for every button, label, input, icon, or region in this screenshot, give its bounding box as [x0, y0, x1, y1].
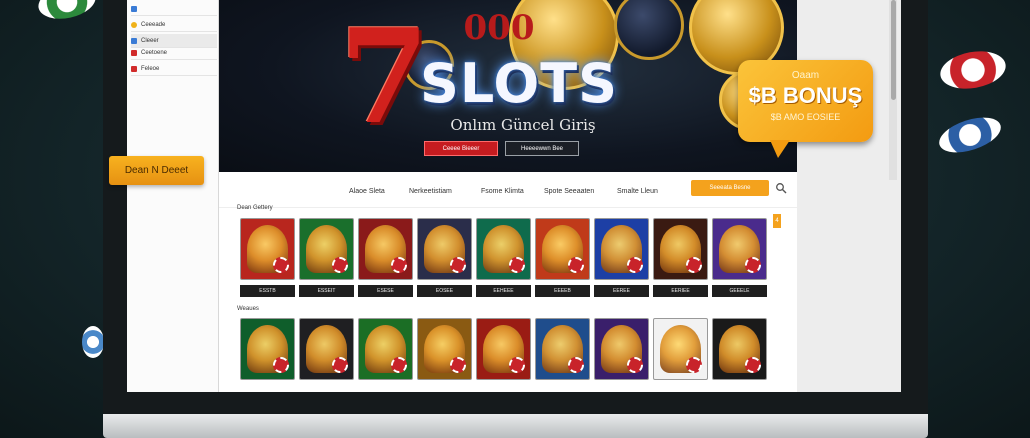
game-tile[interactable] — [358, 218, 413, 280]
red-square-icon — [131, 65, 137, 72]
poker-chip-icon — [627, 257, 643, 273]
nav-cta-button[interactable]: Seeeata Besne — [691, 180, 769, 196]
poker-chip-icon — [937, 46, 1009, 94]
section-title-games: Dean Gettery — [237, 205, 273, 211]
game-tile[interactable] — [476, 218, 531, 280]
poker-chip-icon — [568, 257, 584, 273]
game-tile[interactable] — [712, 318, 767, 380]
game-tile[interactable] — [240, 218, 295, 280]
game-tile[interactable] — [476, 318, 531, 380]
game-tile[interactable] — [535, 318, 590, 380]
poker-chip-icon — [745, 257, 761, 273]
sidebar-item-label: Cleeer — [141, 37, 159, 44]
sidebar-item-mail[interactable] — [131, 2, 217, 16]
nav-item-2[interactable]: Fsome Klimta — [481, 188, 524, 195]
game-tile[interactable] — [594, 318, 649, 380]
poker-chip-icon — [391, 257, 407, 273]
browser-screen: Ceeeade Cleeer Ceetoene Feleoe 7 000 SLO… — [127, 0, 901, 392]
sidebar-item-label: Feleoe — [141, 65, 160, 72]
game-play-button[interactable]: EOSEE — [417, 285, 472, 297]
game-play-button[interactable]: ESSTB — [240, 285, 295, 297]
nav-item-3[interactable]: Spote Seeaaten — [544, 188, 594, 195]
monitor-stand — [103, 414, 928, 438]
game-tile[interactable] — [594, 218, 649, 280]
poker-chip-icon — [391, 357, 407, 373]
category-nav: Alaoe Sleta Nerkeetistiam Fsome Klimta S… — [219, 172, 797, 208]
game-play-button[interactable]: GEEELE — [712, 285, 767, 297]
poker-chip-icon — [509, 357, 525, 373]
game-play-button[interactable]: EEHEEE — [476, 285, 531, 297]
poker-chip-icon — [82, 326, 104, 358]
poker-chip-icon — [35, 0, 99, 24]
right-gutter — [797, 0, 901, 392]
game-tile[interactable] — [417, 218, 472, 280]
featured-tag-button[interactable]: Dean N Deeet — [109, 156, 204, 185]
game-tile[interactable] — [358, 318, 413, 380]
poker-chip-icon — [332, 357, 348, 373]
poker-chip-icon — [686, 257, 702, 273]
poker-chip-icon — [273, 257, 289, 273]
game-tile[interactable] — [417, 318, 472, 380]
game-play-button[interactable]: ESESE — [358, 285, 413, 297]
sidebar-item-4[interactable]: Feleoe — [131, 62, 217, 76]
sidebar-item-3[interactable]: Ceetoene — [131, 46, 217, 60]
dark-coin-icon — [614, 0, 684, 60]
game-play-button[interactable]: EEEEB — [535, 285, 590, 297]
game-tile[interactable] — [712, 218, 767, 280]
scroll-badge[interactable]: 4 — [773, 214, 781, 228]
poker-chip-icon — [450, 357, 466, 373]
bonus-sub-text: $B AMO EOSIEE — [770, 112, 841, 122]
nav-item-4[interactable]: Smalte Lleun — [617, 188, 658, 195]
nav-item-1[interactable]: Nerkeetistiam — [409, 188, 452, 195]
search-icon[interactable] — [775, 182, 787, 194]
yellow-dot-icon — [131, 21, 137, 28]
lucky-seven-graphic: 7 — [339, 0, 430, 153]
primary-cta-button[interactable]: Ceeee Bieeer — [424, 141, 498, 156]
poker-chip-icon — [934, 110, 1006, 160]
hero-title: SLOTS — [419, 52, 618, 115]
poker-chip-icon — [686, 357, 702, 373]
section-title-new: Weaues — [237, 306, 259, 312]
game-play-button[interactable]: EERIEE — [653, 285, 708, 297]
game-tile[interactable] — [535, 218, 590, 280]
mail-icon — [131, 5, 137, 12]
game-tile[interactable] — [653, 318, 708, 380]
game-play-button[interactable]: ESSEIT — [299, 285, 354, 297]
poker-chip-icon — [450, 257, 466, 273]
game-tile[interactable] — [240, 318, 295, 380]
game-tile[interactable] — [299, 218, 354, 280]
poker-chip-icon — [745, 357, 761, 373]
hero-banner: 7 000 SLOTS Onlım Güncel Giriş Ceeee Bie… — [219, 0, 797, 172]
bonus-main-text: $B BONUŞ — [748, 83, 863, 108]
red-flag-icon — [131, 49, 137, 56]
hero-subtitle: Onlım Güncel Giriş — [450, 116, 596, 134]
poker-chip-icon — [273, 357, 289, 373]
poker-chip-icon — [627, 357, 643, 373]
poker-chip-icon — [568, 357, 584, 373]
game-tile[interactable] — [299, 318, 354, 380]
game-tile[interactable] — [653, 218, 708, 280]
bonus-bubble[interactable]: Oaam $B BONUŞ $B AMO EOSIEE — [738, 60, 873, 158]
poker-chip-icon — [332, 257, 348, 273]
poker-chip-icon — [509, 257, 525, 273]
coin-text: 000 — [463, 8, 535, 48]
scrollbar-thumb[interactable] — [891, 0, 896, 100]
game-play-button[interactable]: EEREE — [594, 285, 649, 297]
sidebar: Ceeeade Cleeer Ceetoene Feleoe — [127, 0, 219, 392]
sidebar-item-label: Ceetoene — [141, 49, 168, 56]
secondary-cta-button[interactable]: Heeeewwn Bee — [505, 141, 579, 156]
bonus-top-text: Oaam — [791, 70, 820, 81]
sidebar-item-label: Ceeeade — [141, 21, 166, 28]
nav-item-0[interactable]: Alaoe Sleta — [349, 188, 385, 195]
sidebar-item-1[interactable]: Ceeeade — [131, 18, 217, 32]
blue-square-icon — [131, 37, 137, 44]
